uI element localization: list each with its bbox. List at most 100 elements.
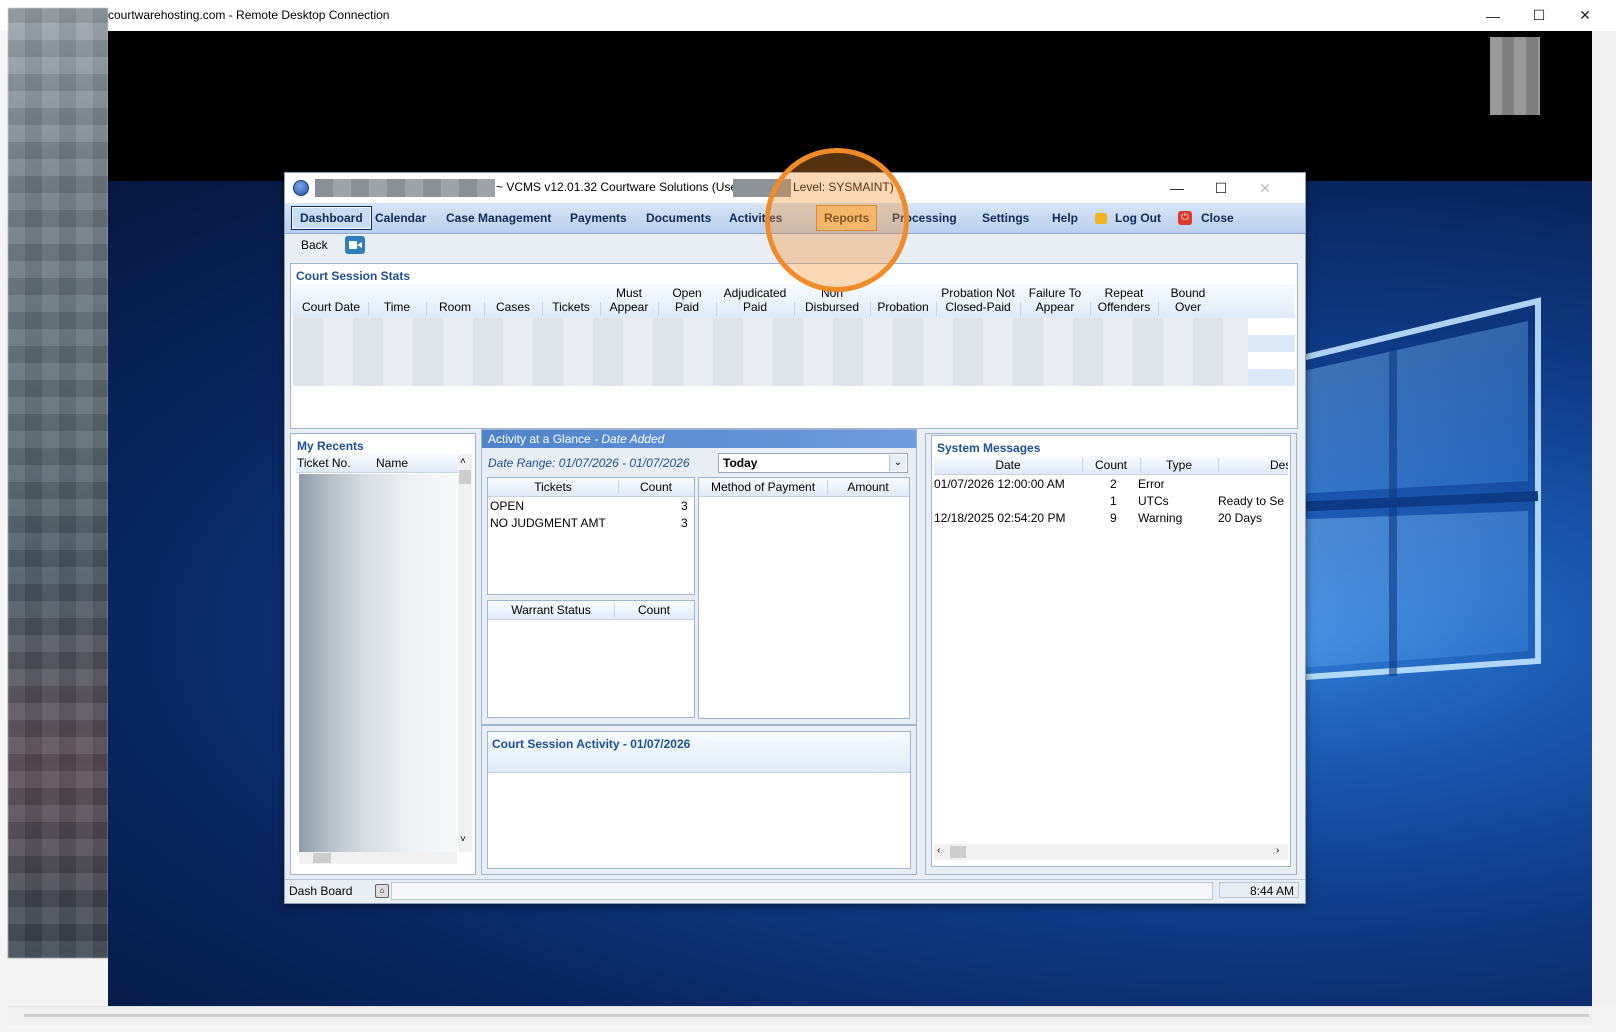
menu-settings[interactable]: Settings bbox=[978, 208, 1033, 228]
stats-column-header-line1 bbox=[368, 286, 426, 300]
col-ticket-no[interactable]: Ticket No. bbox=[297, 456, 351, 470]
stats-column-header[interactable]: Cases bbox=[484, 286, 542, 314]
stats-column-header-line2: Appear bbox=[609, 300, 649, 314]
court-session-activity-panel: Court Session Activity - 01/07/2026 bbox=[481, 725, 917, 875]
court-session-activity-header: Court Session Activity - 01/07/2026 bbox=[488, 732, 910, 773]
col-warrant-status[interactable]: Warrant Status bbox=[488, 603, 614, 617]
col-description[interactable]: Des bbox=[1270, 458, 1288, 472]
stats-column-header-line2: Cases bbox=[495, 300, 530, 314]
status-bar: Dash Board ⌂ 8:44 AM bbox=[285, 879, 1305, 902]
chevron-down-icon[interactable]: ˅ bbox=[460, 834, 466, 845]
col-amount[interactable]: Amount bbox=[827, 480, 909, 494]
menu-dashboard[interactable]: Dashboard bbox=[291, 206, 372, 230]
col-method-of-payment[interactable]: Method of Payment bbox=[699, 480, 827, 494]
court-session-activity-title: Court Session Activity - 01/07/2026 bbox=[492, 737, 691, 751]
app-close-button[interactable]: ✕ bbox=[1243, 173, 1287, 203]
chevron-right-icon[interactable]: › bbox=[1276, 845, 1279, 856]
col-tickets[interactable]: Tickets bbox=[488, 480, 618, 494]
period-value: Today bbox=[723, 456, 758, 470]
sysmsg-type: UTCs bbox=[1138, 494, 1169, 508]
stats-column-header-line1 bbox=[870, 286, 936, 300]
recents-vscrollbar[interactable] bbox=[458, 454, 472, 852]
status-progress bbox=[391, 882, 1213, 900]
close-power-icon: ⏻ bbox=[1178, 211, 1192, 225]
stats-column-header-line2: Over bbox=[1174, 300, 1201, 314]
rdp-maximize-button[interactable]: ☐ bbox=[1516, 0, 1562, 31]
recents-header: Ticket No. Name bbox=[296, 454, 466, 473]
app-icon bbox=[293, 180, 309, 196]
video-icon[interactable] bbox=[345, 236, 365, 254]
app-maximize-button[interactable]: ☐ bbox=[1199, 173, 1243, 203]
chevron-down-icon[interactable]: ⌄ bbox=[889, 455, 906, 471]
menu-help[interactable]: Help bbox=[1048, 208, 1082, 228]
sysmsg-desc: 20 Days bbox=[1218, 511, 1263, 525]
system-messages-header: Date Count Type Des bbox=[934, 456, 1288, 475]
ticket-row-label[interactable]: OPEN bbox=[490, 499, 524, 513]
rdp-close-button[interactable]: ✕ bbox=[1562, 0, 1608, 31]
rdp-minimize-button[interactable]: — bbox=[1470, 0, 1516, 31]
activity-title: Activity at a Glance bbox=[488, 432, 591, 446]
stats-column-header-line1 bbox=[294, 286, 368, 300]
rdp-vertical-scrollbar[interactable] bbox=[1592, 31, 1616, 1006]
status-time: 8:44 AM bbox=[1219, 882, 1299, 898]
menu-case-management[interactable]: Case Management bbox=[442, 208, 555, 228]
ticket-row-label[interactable]: NO JUDGMENT AMT bbox=[490, 516, 606, 530]
rdp-hscroll-thumb[interactable] bbox=[24, 1014, 1589, 1017]
stats-column-header-line1 bbox=[484, 286, 542, 300]
sysmsg-count: 1 bbox=[1110, 494, 1117, 508]
app-minimize-button[interactable]: — bbox=[1155, 173, 1199, 203]
period-select[interactable]: Today ⌄ bbox=[718, 453, 908, 473]
col-count[interactable]: Count bbox=[618, 480, 694, 494]
col-date[interactable]: Date bbox=[934, 458, 1082, 472]
date-range: Date Range: 01/07/2026 - 01/07/2026 bbox=[488, 456, 690, 470]
stats-column-header[interactable]: Adjudicated Paid bbox=[716, 286, 794, 314]
stats-column-header[interactable]: Tickets bbox=[542, 286, 600, 314]
system-messages-rows: 01/07/2026 12:00:00 AM 2 Error 1 UTCs Re… bbox=[934, 476, 1288, 586]
sysmsg-date[interactable]: 01/07/2026 12:00:00 AM bbox=[934, 477, 1065, 491]
warrant-table: Warrant Status Count bbox=[487, 600, 695, 718]
logout-icon bbox=[1095, 213, 1107, 224]
col-name[interactable]: Name bbox=[376, 456, 408, 470]
chevron-up-icon[interactable]: ˄ bbox=[460, 456, 466, 467]
stats-header: Court Date Time Room Cases Tickets Must Ap… bbox=[292, 284, 1295, 318]
menu-payments[interactable]: Payments bbox=[566, 208, 631, 228]
col-type[interactable]: Type bbox=[1140, 458, 1218, 472]
stats-column-header[interactable]: Probation bbox=[870, 286, 936, 314]
stats-column-header[interactable]: Court Date bbox=[294, 286, 368, 314]
sysmsg-hscrollbar[interactable]: ‹ › bbox=[934, 844, 1288, 860]
stats-column-header-line1: Bound bbox=[1170, 286, 1206, 300]
sysmsg-type: Warning bbox=[1138, 511, 1183, 525]
status-left: Dash Board bbox=[289, 884, 353, 898]
menu-calendar[interactable]: Calendar bbox=[371, 208, 430, 228]
menu-logout[interactable]: Log Out bbox=[1111, 208, 1165, 228]
stats-column-header-line2: Paid bbox=[742, 300, 768, 314]
sysmsg-type: Error bbox=[1138, 477, 1165, 491]
stats-column-header[interactable]: Failure To Appear bbox=[1020, 286, 1090, 314]
menu-close[interactable]: Close bbox=[1197, 208, 1238, 228]
blurred-thumbnail-overlay bbox=[8, 8, 108, 958]
activity-title-bar: Activity at a Glance - Date Added bbox=[482, 430, 916, 448]
stats-column-header-line2: Room bbox=[438, 300, 471, 314]
tickets-header: Tickets Count bbox=[488, 478, 694, 497]
stats-column-header[interactable]: Must Appear bbox=[600, 286, 658, 314]
ticket-row-count: 3 bbox=[681, 516, 688, 530]
sysmsg-date[interactable]: 12/18/2025 02:54:20 PM bbox=[934, 511, 1065, 525]
stats-column-header[interactable]: Time bbox=[368, 286, 426, 314]
blurred-right-thumbnail bbox=[1490, 37, 1540, 115]
court-session-stats-title: Court Session Stats bbox=[296, 269, 411, 283]
stats-column-header[interactable]: Open Paid bbox=[658, 286, 716, 314]
stats-column-header[interactable]: Probation Not Closed-Paid bbox=[936, 286, 1020, 314]
stats-column-header[interactable]: Repeat Offenders bbox=[1090, 286, 1158, 314]
menu-documents[interactable]: Documents bbox=[642, 208, 715, 228]
stats-column-header[interactable]: Bound Over bbox=[1158, 286, 1218, 314]
stats-column-header[interactable]: Room bbox=[426, 286, 484, 314]
stats-column-header-line1 bbox=[542, 286, 600, 300]
back-button[interactable]: Back bbox=[301, 238, 328, 252]
col-count[interactable]: Count bbox=[1082, 458, 1140, 472]
vcms-window: ~ VCMS v12.01.32 Courtware Solutions (Us… bbox=[284, 172, 1306, 904]
stats-column-header-line1: Failure To bbox=[1028, 286, 1082, 300]
recents-hscrollbar[interactable] bbox=[299, 852, 457, 864]
col-warrant-count[interactable]: Count bbox=[614, 603, 694, 617]
chevron-left-icon[interactable]: ‹ bbox=[937, 845, 940, 856]
stats-column-header-line1: Probation Not bbox=[941, 286, 1015, 300]
